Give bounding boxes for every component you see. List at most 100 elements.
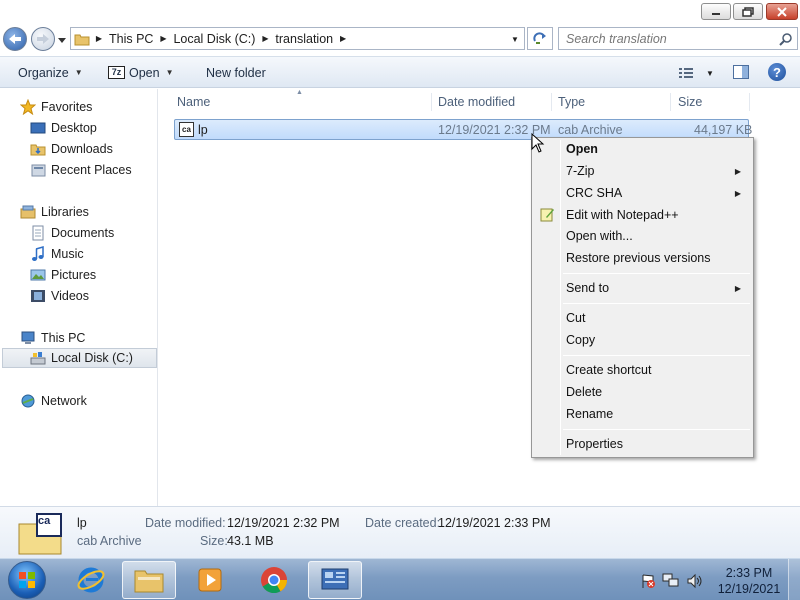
network-status-icon[interactable]	[662, 573, 680, 589]
chevron-right-icon[interactable]: ▶	[337, 34, 349, 43]
taskbar-clock[interactable]: 2:33 PM 12/19/2021	[716, 565, 782, 597]
sidebar-item-desktop[interactable]: Desktop	[30, 118, 97, 138]
sidebar-item-music[interactable]: Music	[30, 244, 84, 264]
sidebar-item-favorites[interactable]: Favorites	[20, 97, 92, 117]
start-button[interactable]	[8, 561, 46, 599]
minimize-icon	[712, 12, 720, 15]
sidebar-item-documents[interactable]: Documents	[30, 223, 114, 243]
chevron-right-icon[interactable]: ▶	[93, 34, 105, 43]
search-input[interactable]	[566, 31, 766, 46]
file-explorer-icon	[134, 570, 164, 593]
organize-label: Organize	[18, 65, 69, 80]
drive-icon	[30, 350, 46, 366]
detail-file-name: lp	[77, 516, 87, 530]
cab-icon-text: ca	[38, 515, 51, 527]
sidebar-item-this-pc[interactable]: This PC	[20, 328, 85, 348]
column-header-date-modified[interactable]: Date modified	[438, 91, 515, 113]
menu-item-label: Properties	[566, 437, 623, 451]
address-bar[interactable]: ▶ This PC ▶ Local Disk (C:) ▶ translatio…	[70, 27, 525, 50]
windows-logo-icon	[19, 572, 35, 588]
open-button[interactable]: 7z Open ▼	[108, 57, 174, 88]
menu-item-delete[interactable]: Delete	[534, 381, 751, 403]
column-header-label: Name	[177, 95, 211, 109]
search-icon[interactable]	[779, 32, 793, 46]
menu-item-restore-previous-versions[interactable]: Restore previous versions	[534, 247, 751, 269]
close-button[interactable]	[766, 3, 798, 20]
taskbar-media-player[interactable]	[183, 561, 237, 599]
detail-created-value: 12/19/2021 2:33 PM	[438, 516, 551, 530]
menu-separator	[563, 355, 750, 356]
maximize-button[interactable]	[733, 3, 763, 20]
menu-item-label: Create shortcut	[566, 363, 652, 377]
sidebar-item-label: Pictures	[51, 268, 97, 282]
sidebar-item-pictures[interactable]: Pictures	[30, 265, 96, 285]
menu-item-copy[interactable]: Copy	[534, 329, 751, 351]
sidebar-item-network[interactable]: Network	[20, 391, 87, 411]
column-header-name[interactable]: Name	[177, 91, 210, 113]
notepad-plus-plus-icon	[540, 208, 554, 222]
recent-pages-dropdown-icon[interactable]	[57, 36, 67, 44]
chevron-right-icon[interactable]: ▶	[259, 34, 271, 43]
breadcrumb-this-pc[interactable]: This PC	[105, 32, 157, 46]
menu-item-edit-with-notepad-plus-plus[interactable]: Edit with Notepad++	[534, 204, 751, 226]
new-folder-label: New folder	[206, 65, 266, 80]
menu-separator	[563, 429, 750, 430]
address-history-dropdown-icon[interactable]: ▼	[509, 33, 521, 45]
close-icon	[777, 6, 787, 17]
sidebar-item-libraries[interactable]: Libraries	[20, 202, 89, 222]
menu-separator	[563, 273, 750, 274]
organize-button[interactable]: Organize ▼	[18, 57, 83, 88]
column-divider[interactable]	[670, 93, 671, 111]
show-desktop-button[interactable]	[788, 559, 800, 600]
sidebar-item-recent-places[interactable]: Recent Places	[30, 160, 132, 180]
taskbar-file-explorer[interactable]	[122, 561, 176, 599]
title-bar	[0, 0, 800, 24]
volume-icon[interactable]	[686, 573, 704, 589]
taskbar-internet-explorer[interactable]	[64, 561, 118, 599]
new-folder-button[interactable]: New folder	[206, 57, 266, 88]
file-size: 44,197 KB	[694, 123, 753, 137]
preview-pane-button[interactable]	[733, 65, 749, 79]
taskbar-control-panel[interactable]	[308, 561, 362, 599]
menu-item-rename[interactable]: Rename	[534, 403, 751, 425]
menu-item-properties[interactable]: Properties	[534, 433, 751, 455]
column-divider[interactable]	[551, 93, 552, 111]
chevron-right-icon[interactable]: ▶	[157, 34, 169, 43]
search-box[interactable]	[558, 27, 798, 50]
refresh-button[interactable]	[527, 27, 553, 50]
maximize-icon	[742, 6, 754, 17]
column-divider[interactable]	[431, 93, 432, 111]
clock-time: 2:33 PM	[725, 566, 773, 580]
action-center-flag-icon[interactable]	[640, 573, 656, 589]
menu-item-cut[interactable]: Cut	[534, 307, 751, 329]
menu-item-send-to[interactable]: Send to ▶	[534, 277, 751, 299]
details-view-icon	[679, 68, 693, 78]
menu-item-crc-sha[interactable]: CRC SHA ▶	[534, 182, 751, 204]
column-header-size[interactable]: Size	[678, 91, 702, 113]
menu-item-create-shortcut[interactable]: Create shortcut	[534, 359, 751, 381]
change-view-button[interactable]: ▼	[678, 64, 714, 82]
forward-button[interactable]	[31, 27, 55, 51]
sidebar-item-label: Favorites	[41, 100, 93, 114]
clock-date: 12/19/2021	[717, 582, 781, 596]
menu-item-7zip[interactable]: 7-Zip ▶	[534, 160, 751, 182]
column-header-type[interactable]: Type	[558, 91, 585, 113]
submenu-arrow-icon: ▶	[734, 188, 741, 198]
detail-modified-value: 12/19/2021 2:32 PM	[227, 516, 340, 530]
sidebar-item-videos[interactable]: Videos	[30, 286, 89, 306]
caret-down-icon: ▼	[74, 68, 83, 77]
menu-item-label: Restore previous versions	[566, 251, 711, 265]
caret-down-icon: ▼	[165, 68, 174, 77]
breadcrumb-local-disk[interactable]: Local Disk (C:)	[169, 32, 259, 46]
sidebar-item-downloads[interactable]: Downloads	[30, 139, 113, 159]
menu-item-open[interactable]: Open	[534, 138, 751, 160]
sidebar-item-local-disk[interactable]: Local Disk (C:)	[2, 348, 157, 368]
libraries-icon	[20, 204, 36, 220]
menu-item-open-with[interactable]: Open with...	[534, 225, 751, 247]
taskbar-chrome[interactable]	[247, 561, 301, 599]
column-divider[interactable]	[749, 93, 750, 111]
breadcrumb-translation[interactable]: translation	[271, 32, 337, 46]
minimize-button[interactable]	[701, 3, 731, 20]
help-button[interactable]: ?	[768, 63, 786, 81]
back-button[interactable]	[3, 27, 27, 51]
